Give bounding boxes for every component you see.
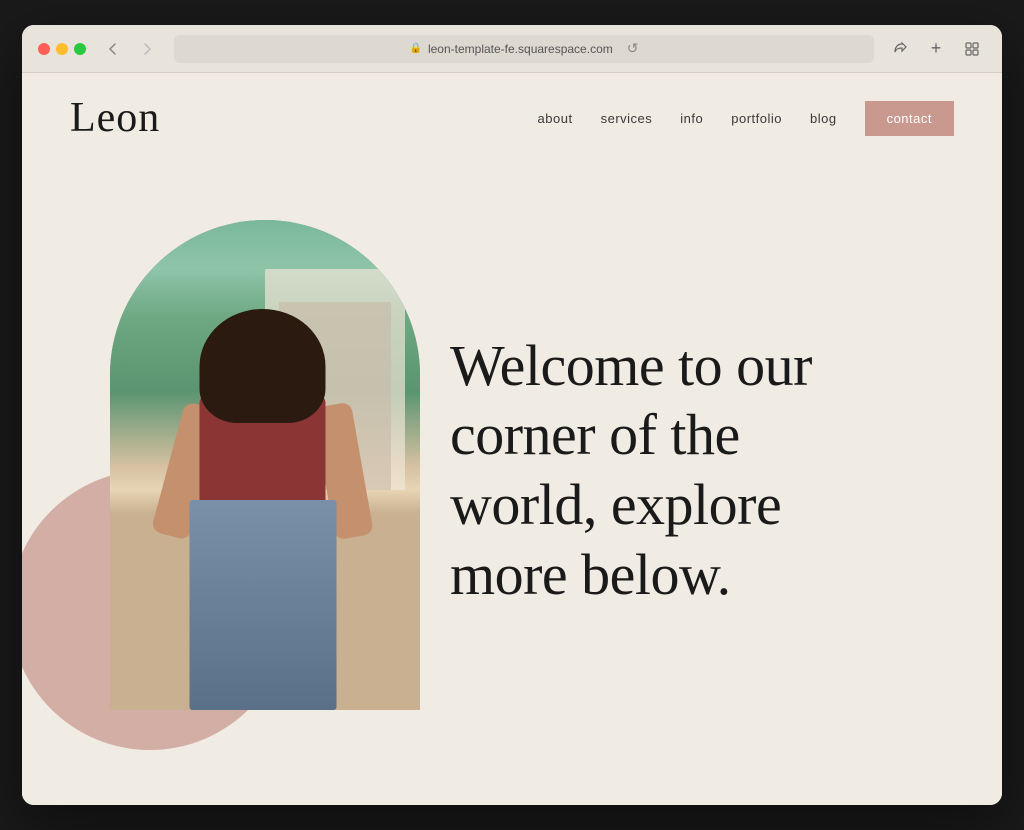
headline-line1: Welcome to our [450, 333, 812, 398]
lock-icon: 🔒 [410, 43, 422, 54]
close-dot[interactable] [38, 43, 50, 55]
back-button[interactable] [98, 35, 126, 63]
person-figure [157, 328, 374, 710]
person-jeans [189, 500, 337, 710]
photo-art [110, 220, 420, 710]
nav-portfolio[interactable]: portfolio [731, 111, 782, 126]
hero-arch-image [110, 220, 420, 710]
person-hair [200, 309, 326, 424]
hero-section: Welcome to our corner of the world, expl… [22, 155, 1002, 805]
nav-blog[interactable]: blog [810, 111, 837, 126]
nav-info[interactable]: info [680, 111, 703, 126]
headline-line3: world, explore [450, 472, 781, 537]
nav-services[interactable]: services [601, 111, 653, 126]
browser-window: 🔒 leon-template-fe.squarespace.com ↺ + [22, 25, 1002, 805]
contact-button[interactable]: contact [865, 101, 954, 136]
site-nav: about services info portfolio blog conta… [538, 101, 954, 136]
share-button[interactable] [886, 35, 914, 63]
site-header: Leon about services info portfolio blog … [22, 73, 1002, 155]
website-content: Leon about services info portfolio blog … [22, 73, 1002, 805]
browser-actions: + [886, 35, 986, 63]
site-logo[interactable]: Leon [70, 97, 160, 139]
browser-chrome: 🔒 leon-template-fe.squarespace.com ↺ + [22, 25, 1002, 73]
browser-nav [98, 35, 162, 63]
reload-button[interactable]: ↺ [627, 40, 639, 57]
address-bar[interactable]: 🔒 leon-template-fe.squarespace.com ↺ [174, 35, 874, 63]
hero-image-container [70, 220, 390, 720]
nav-about[interactable]: about [538, 111, 573, 126]
tabs-button[interactable] [958, 35, 986, 63]
hero-headline: Welcome to our corner of the world, expl… [450, 331, 954, 609]
headline-line2: corner of the [450, 402, 740, 467]
url-text: leon-template-fe.squarespace.com [428, 42, 613, 56]
minimize-dot[interactable] [56, 43, 68, 55]
hero-text: Welcome to our corner of the world, expl… [450, 331, 954, 609]
maximize-dot[interactable] [74, 43, 86, 55]
headline-line4: more below. [450, 542, 731, 607]
browser-dots [38, 43, 86, 55]
forward-button[interactable] [134, 35, 162, 63]
new-tab-button[interactable]: + [922, 35, 950, 63]
